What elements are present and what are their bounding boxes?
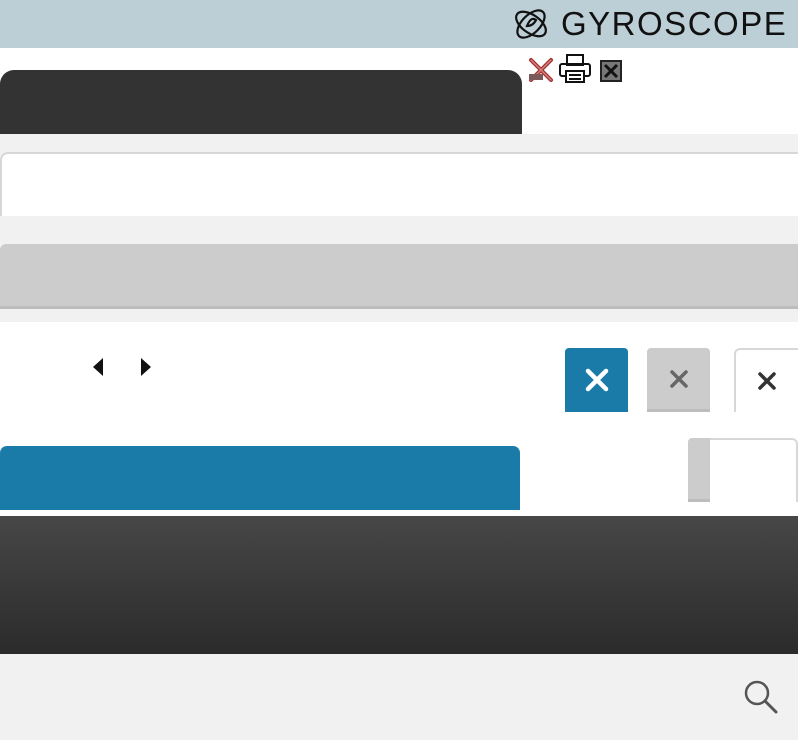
print-icon[interactable] bbox=[558, 54, 592, 84]
gyroscope-logo-icon[interactable] bbox=[511, 4, 553, 44]
close-button-outline[interactable] bbox=[734, 348, 798, 412]
mini-white-button[interactable] bbox=[710, 438, 798, 502]
search-icon[interactable] bbox=[742, 678, 780, 716]
mini-gray-button[interactable] bbox=[688, 438, 710, 502]
close-icon bbox=[758, 372, 776, 390]
caret-left-icon[interactable] bbox=[90, 356, 106, 378]
caret-right-icon[interactable] bbox=[138, 356, 154, 378]
blue-tab-panel[interactable] bbox=[0, 446, 520, 510]
brand-name[interactable]: GYROSCOPE bbox=[561, 4, 787, 44]
dark-gradient-band bbox=[0, 516, 798, 654]
close-icon bbox=[669, 369, 688, 388]
close-icon bbox=[585, 368, 608, 392]
close-box-icon[interactable] bbox=[600, 60, 622, 82]
close-button-secondary[interactable] bbox=[647, 348, 710, 412]
delete-icon[interactable] bbox=[527, 54, 555, 84]
close-button-primary[interactable] bbox=[565, 348, 628, 412]
text-input-field[interactable] bbox=[0, 152, 798, 216]
dark-tab-panel[interactable] bbox=[0, 70, 522, 134]
search-area bbox=[0, 660, 798, 740]
gray-button-bar[interactable] bbox=[0, 244, 798, 309]
